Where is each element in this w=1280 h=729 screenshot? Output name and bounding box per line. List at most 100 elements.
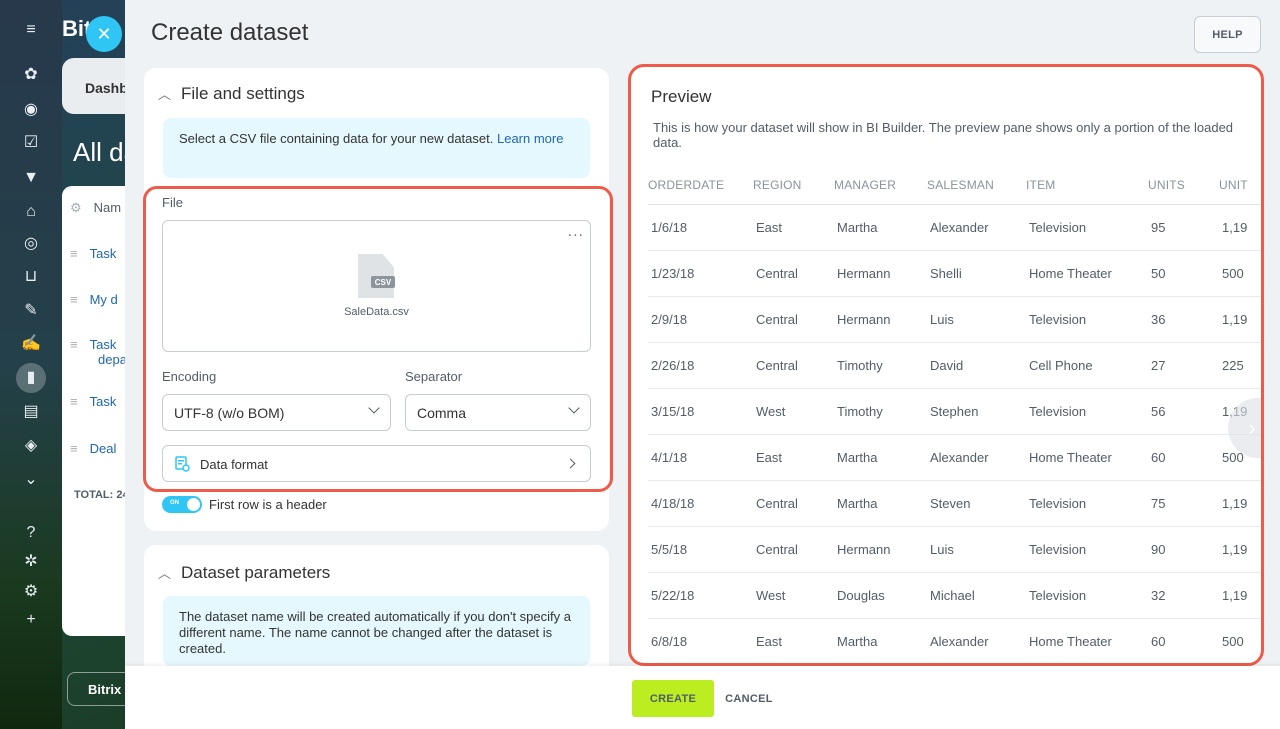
add-icon[interactable]: + (21, 610, 41, 630)
gear-icon[interactable]: ⚙ (70, 200, 82, 215)
drag-handle-icon[interactable]: ≡ (70, 337, 78, 352)
list-header: ⚙ Nam (70, 200, 122, 215)
create-button[interactable]: CREATE (632, 680, 714, 717)
table-cell: 5/5/18 (651, 542, 688, 557)
help-button[interactable]: HELP (1194, 16, 1261, 53)
file-name: SaleData.csv (344, 306, 409, 318)
chevron-up-icon[interactable]: ︿ (158, 566, 171, 581)
cancel-button[interactable]: CANCEL (723, 680, 775, 717)
more-dots-icon[interactable]: ... (568, 223, 584, 241)
table-cell: 500 (1222, 266, 1244, 281)
target-icon[interactable]: ◎ (21, 234, 41, 254)
list-item[interactable]: ≡ Task depa (70, 337, 127, 367)
chevron-down-icon[interactable]: ⌄ (21, 470, 41, 490)
table-cell: 60 (1151, 634, 1166, 649)
sign-icon[interactable]: ✍ (21, 334, 41, 354)
encoding-value: UTF-8 (w/o BOM) (174, 405, 285, 421)
table-cell: Luis (930, 542, 954, 557)
toggle-state: ON (170, 500, 179, 506)
header-row-label: First row is a header (209, 497, 327, 512)
table-cell: 500 (1222, 634, 1244, 649)
drag-handle-icon[interactable]: ≡ (70, 246, 78, 261)
list-item[interactable]: ≡ Deal (70, 441, 116, 456)
learn-more-link[interactable]: Learn more (497, 131, 563, 146)
dataset-params-header[interactable]: ︿ Dataset parameters (158, 563, 330, 583)
table-cell: 32 (1151, 588, 1166, 603)
footer-bar: CREATE CANCEL (125, 666, 1280, 729)
table-cell: 1,19 (1222, 542, 1248, 557)
table-cell: Martha (837, 496, 878, 511)
create-dataset-panel: Create dataset HELP ︿ File and settings S… (125, 0, 1280, 729)
copilot-icon[interactable]: ◉ (21, 100, 41, 120)
table-row: 5/22/18 West Douglas Michael Television 32 1,1… (648, 573, 1261, 619)
drag-handle-icon[interactable]: ≡ (70, 394, 78, 409)
table-cell: 27 (1151, 358, 1166, 373)
column-header: SALESMAN (927, 177, 994, 192)
contact-card-icon[interactable]: ▤ (21, 402, 41, 422)
filter-icon[interactable]: ▼ (21, 168, 41, 188)
table-row: 2/9/18 Central Hermann Luis Television 36 1,19 (648, 297, 1261, 343)
table-cell: Television (1029, 220, 1087, 235)
table-header: ORDERDATE REGION MANAGER SALESMAN ITEM UNITS U… (648, 165, 1261, 205)
table-cell: Douglas (837, 588, 885, 603)
table-cell: 90 (1151, 542, 1166, 557)
table-cell: 5/22/18 (651, 588, 695, 603)
close-icon[interactable]: ✕ (86, 16, 122, 52)
drag-handle-icon[interactable]: ≡ (70, 441, 78, 456)
table-cell: 1,19 (1222, 312, 1248, 327)
table-row: 5/5/18 Central Hermann Luis Television 90 1,19 (648, 527, 1261, 573)
network-icon[interactable]: ✲ (21, 552, 41, 572)
table-cell: Alexander (930, 450, 989, 465)
table-cell: 60 (1151, 450, 1166, 465)
table-cell: Central (756, 496, 798, 511)
table-cell: East (756, 220, 783, 235)
table-cell: Television (1029, 312, 1087, 327)
chevron-right-icon (565, 458, 576, 469)
table-cell: Central (756, 266, 798, 281)
table-cell: Television (1029, 542, 1087, 557)
table-cell: Michael (930, 588, 975, 603)
table-cell: Central (756, 542, 798, 557)
list-item[interactable]: ≡ My d (70, 292, 118, 307)
separator-select[interactable]: Comma (405, 394, 591, 431)
chevron-up-icon[interactable]: ︿ (158, 87, 171, 102)
table-row: 3/15/18WestTimothyStephenTelevision561,1… (648, 389, 1261, 435)
data-format-button[interactable]: Data format (162, 445, 591, 482)
table-cell: Television (1029, 588, 1087, 603)
table-cell: Home Theater (1029, 266, 1112, 281)
drag-handle-icon[interactable]: ≡ (70, 292, 78, 307)
menu-icon[interactable]: ≡ (21, 20, 41, 40)
table-cell: Steven (930, 496, 971, 511)
column-header: UNITS (1148, 177, 1185, 192)
column-header: UNIT (1219, 177, 1248, 192)
box-icon[interactable]: ◈ (21, 436, 41, 456)
encoding-select[interactable]: UTF-8 (w/o BOM) (162, 394, 391, 431)
dataset-params-card: ︿ Dataset parameters The dataset name wil… (144, 545, 609, 685)
file-info-box: Select a CSV file containing data for yo… (163, 118, 590, 178)
edit-icon[interactable]: ✎ (21, 301, 41, 321)
cart-icon[interactable]: ⊔ (21, 267, 41, 287)
total-count: TOTAL: 24 (74, 489, 129, 501)
table-cell: Cell Phone (1029, 358, 1093, 373)
table-cell: 225 (1222, 358, 1244, 373)
data-format-label: Data format (200, 457, 268, 472)
header-row-toggle[interactable]: ON (162, 496, 202, 513)
tasks-icon[interactable]: ☑ (21, 133, 41, 153)
analytics-icon[interactable]: ▮ (16, 363, 46, 393)
table-cell: West (756, 588, 786, 603)
company-icon[interactable]: ⌂ (21, 202, 41, 222)
table-cell: 75 (1151, 496, 1166, 511)
table-cell: Central (756, 312, 798, 327)
list-item[interactable]: ≡ Task (70, 394, 116, 409)
left-navigation-rail: ≡ ✿ ◉ ☑ ▼ ⌂ ◎ ⊔ ✎ ✍ ▮ ▤ ◈ ⌄ ? ✲ ⚙ + (0, 0, 62, 729)
settings-icon[interactable]: ⚙ (21, 582, 41, 602)
file-dropzone[interactable]: ... CSV SaleData.csv (162, 220, 591, 352)
table-cell: Luis (930, 312, 954, 327)
table-cell: Timothy (837, 358, 883, 373)
table-row: 4/18/18 Central Martha Steven Television 75 1,… (648, 481, 1261, 527)
column-header: REGION (753, 177, 802, 192)
file-settings-header[interactable]: ︿ File and settings (158, 84, 305, 104)
help-icon[interactable]: ? (21, 523, 41, 543)
feed-icon[interactable]: ✿ (21, 65, 41, 85)
list-item[interactable]: ≡ Task (70, 246, 116, 261)
